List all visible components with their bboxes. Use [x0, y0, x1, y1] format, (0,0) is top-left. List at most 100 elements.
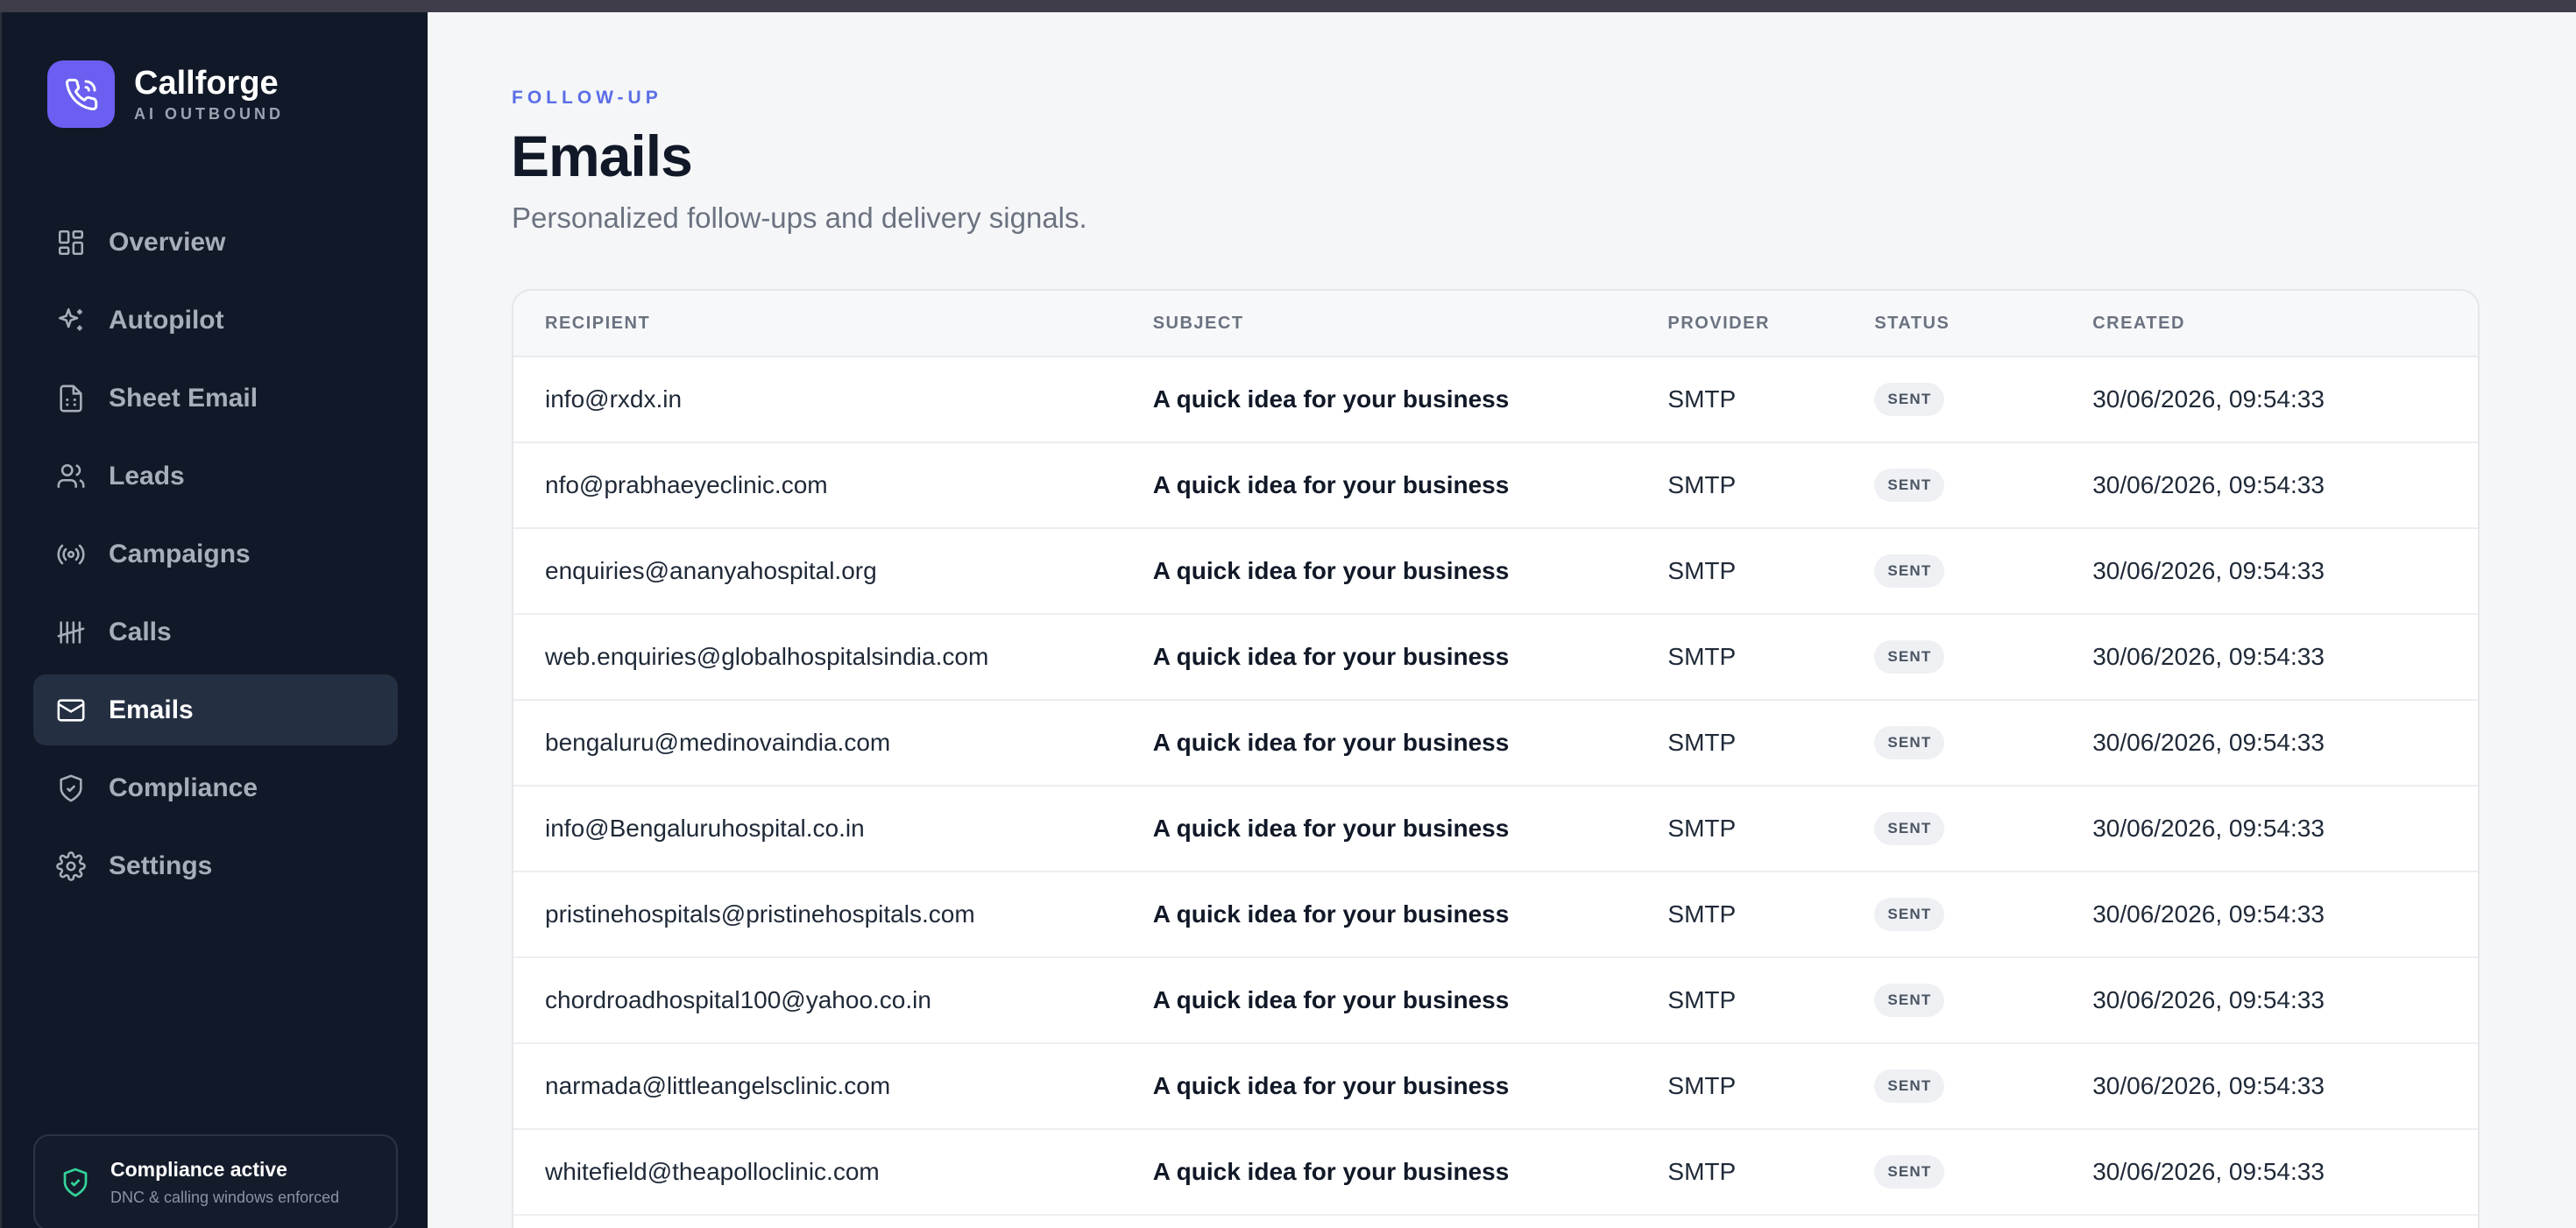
compliance-card-subtitle: DNC & calling windows enforced — [110, 1189, 340, 1206]
shield-check-icon — [60, 1167, 91, 1198]
column-header-status[interactable]: STATUS — [1874, 314, 2092, 334]
broadcast-icon — [56, 540, 86, 569]
subject-cell: A quick idea for your business — [1152, 1072, 1510, 1099]
recipient-cell: narmada@littleangelsclinic.com — [545, 1072, 891, 1099]
created-cell: 30/06/2026, 09:54:33 — [2092, 643, 2325, 670]
subject-cell: A quick idea for your business — [1152, 385, 1510, 413]
tally-icon — [56, 618, 86, 647]
status-badge: SENT — [1874, 1069, 1945, 1103]
table-header: RECIPIENT SUBJECT PROVIDER STATUS CREATE… — [513, 291, 2478, 357]
subject-cell: A quick idea for your business — [1152, 900, 1510, 928]
provider-cell: SMTP — [1667, 643, 1737, 670]
status-badge: SENT — [1874, 898, 1945, 931]
sparkles-icon — [56, 306, 86, 335]
column-header-created[interactable]: CREATED — [2092, 314, 2478, 334]
provider-cell: SMTP — [1667, 557, 1737, 584]
status-cell: SENT — [1874, 640, 2092, 674]
subject-cell: A quick idea for your business — [1152, 471, 1510, 498]
sidebar-item-sheet-email[interactable]: Sheet Email — [33, 363, 398, 434]
sidebar-item-label: Campaigns — [109, 539, 251, 568]
provider-cell: SMTP — [1667, 729, 1737, 756]
column-header-recipient[interactable]: RECIPIENT — [513, 314, 1153, 334]
table-row[interactable]: pristinehospitals@pristinehospitals.com A… — [513, 872, 2478, 958]
gear-icon — [56, 850, 86, 881]
compliance-status-card: Compliance active DNC & calling windows … — [33, 1134, 398, 1228]
sidebar-item-campaigns[interactable]: Campaigns — [33, 519, 398, 589]
created-cell: 30/06/2026, 09:54:33 — [2092, 557, 2325, 584]
created-cell: 30/06/2026, 09:54:33 — [2092, 1158, 2325, 1185]
recipient-cell: info@Bengaluruhospital.co.in — [545, 815, 865, 842]
sidebar-item-calls[interactable]: Calls — [33, 596, 398, 667]
table-row[interactable]: web.enquiries@globalhospitalsindia.com A … — [513, 615, 2478, 701]
recipient-cell: whitefield@theapolloclinic.com — [545, 1158, 880, 1185]
provider-cell: SMTP — [1667, 471, 1737, 498]
column-header-provider[interactable]: PROVIDER — [1667, 314, 1874, 334]
status-badge: SENT — [1874, 383, 1945, 416]
users-icon — [56, 462, 86, 491]
sidebar-nav: Overview Autopilot Sheet Email Leads Cam… — [33, 207, 398, 908]
table-row[interactable]: nfo@prabhaeyeclinic.com A quick idea for … — [513, 443, 2478, 529]
sidebar-item-overview[interactable]: Overview — [33, 207, 398, 278]
window-top-bar — [0, 0, 2576, 12]
status-badge: SENT — [1874, 640, 1945, 674]
page-eyebrow: FOLLOW-UP — [512, 88, 662, 108]
status-cell: SENT — [1874, 984, 2092, 1017]
subject-cell: A quick idea for your business — [1152, 815, 1510, 842]
main-content: FOLLOW-UP Emails Personalized follow-ups… — [428, 12, 2576, 1228]
subject-cell: A quick idea for your business — [1152, 557, 1510, 584]
status-badge: SENT — [1874, 812, 1945, 845]
recipient-cell: nfo@prabhaeyeclinic.com — [545, 471, 828, 498]
sidebar-item-label: Leads — [109, 461, 185, 490]
provider-cell: SMTP — [1667, 385, 1737, 413]
table-row[interactable]: bengaluru@medinovaindia.com A quick idea … — [513, 701, 2478, 787]
column-header-subject[interactable]: SUBJECT — [1153, 314, 1668, 334]
sheet-document-icon — [56, 384, 86, 413]
created-cell: 30/06/2026, 09:54:33 — [2092, 729, 2325, 756]
sidebar-item-label: Overview — [109, 227, 226, 257]
status-badge: SENT — [1874, 1155, 1945, 1189]
sidebar-item-leads[interactable]: Leads — [33, 441, 398, 512]
status-cell: SENT — [1874, 383, 2092, 416]
status-cell: SENT — [1874, 812, 2092, 845]
sidebar-item-settings[interactable]: Settings — [33, 830, 398, 901]
provider-cell: SMTP — [1667, 1158, 1737, 1185]
sidebar-item-emails[interactable]: Emails — [33, 674, 398, 745]
status-badge: SENT — [1874, 726, 1945, 759]
provider-cell: SMTP — [1667, 900, 1737, 928]
subject-cell: A quick idea for your business — [1152, 643, 1510, 670]
provider-cell: SMTP — [1667, 1072, 1737, 1099]
status-badge: SENT — [1874, 469, 1945, 502]
layout-grid-icon — [56, 228, 86, 258]
table-body: info@rxdx.in A quick idea for your busine… — [513, 357, 2478, 1216]
status-cell: SENT — [1874, 726, 2092, 759]
phone-icon — [47, 60, 115, 128]
table-row[interactable]: info@Bengaluruhospital.co.in A quick idea… — [513, 787, 2478, 872]
mail-icon — [56, 695, 86, 725]
status-badge: SENT — [1874, 554, 1945, 588]
sidebar-item-autopilot[interactable]: Autopilot — [33, 285, 398, 356]
status-cell: SENT — [1874, 469, 2092, 502]
table-row[interactable]: narmada@littleangelsclinic.com A quick id… — [513, 1044, 2478, 1130]
sidebar-item-compliance[interactable]: Compliance — [33, 752, 398, 823]
status-cell: SENT — [1874, 554, 2092, 588]
created-cell: 30/06/2026, 09:54:33 — [2092, 471, 2325, 498]
table-row[interactable]: enquiries@ananyahospital.org A quick idea… — [513, 529, 2478, 615]
page-title: Emails — [511, 124, 693, 188]
brand[interactable]: Callforge AI OUTBOUND — [47, 60, 284, 128]
created-cell: 30/06/2026, 09:54:33 — [2092, 986, 2325, 1013]
status-cell: SENT — [1874, 1069, 2092, 1103]
sidebar-item-label: Autopilot — [109, 305, 224, 335]
table-row[interactable]: info@rxdx.in A quick idea for your busine… — [513, 357, 2478, 443]
created-cell: 30/06/2026, 09:54:33 — [2092, 385, 2325, 413]
recipient-cell: web.enquiries@globalhospitalsindia.com — [545, 643, 989, 670]
shield-check-icon — [56, 773, 86, 803]
subject-cell: A quick idea for your business — [1152, 729, 1510, 756]
table-row[interactable]: whitefield@theapolloclinic.com A quick id… — [513, 1130, 2478, 1216]
table-row[interactable]: chordroadhospital100@yahoo.co.in A quick … — [513, 958, 2478, 1044]
compliance-card-title: Compliance active — [110, 1158, 287, 1181]
sidebar-item-label: Settings — [109, 850, 213, 880]
provider-cell: SMTP — [1667, 815, 1737, 842]
recipient-cell: chordroadhospital100@yahoo.co.in — [545, 986, 931, 1013]
sidebar-item-label: Compliance — [109, 773, 258, 802]
sidebar-item-label: Emails — [109, 695, 194, 724]
